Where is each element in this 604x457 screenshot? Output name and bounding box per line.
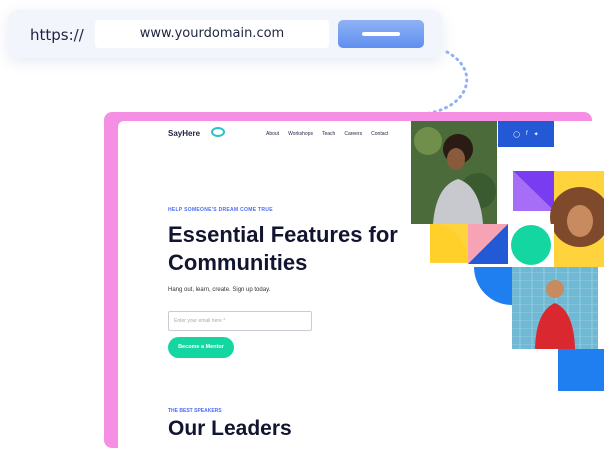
twitter-icon[interactable]: ✦: [534, 131, 539, 138]
url-go-button[interactable]: [338, 20, 424, 48]
url-input[interactable]: www.yourdomain.com: [95, 20, 329, 48]
hero-mosaic: [411, 121, 604, 391]
url-protocol: https://: [30, 26, 84, 44]
facebook-icon[interactable]: f: [526, 131, 528, 137]
instagram-icon[interactable]: ◯: [513, 131, 520, 138]
minus-bar-icon: [362, 32, 400, 36]
social-links: ◯ f ✦: [498, 121, 554, 147]
website-preview: SayHere About Workshops Teach Careers Co…: [118, 121, 604, 457]
